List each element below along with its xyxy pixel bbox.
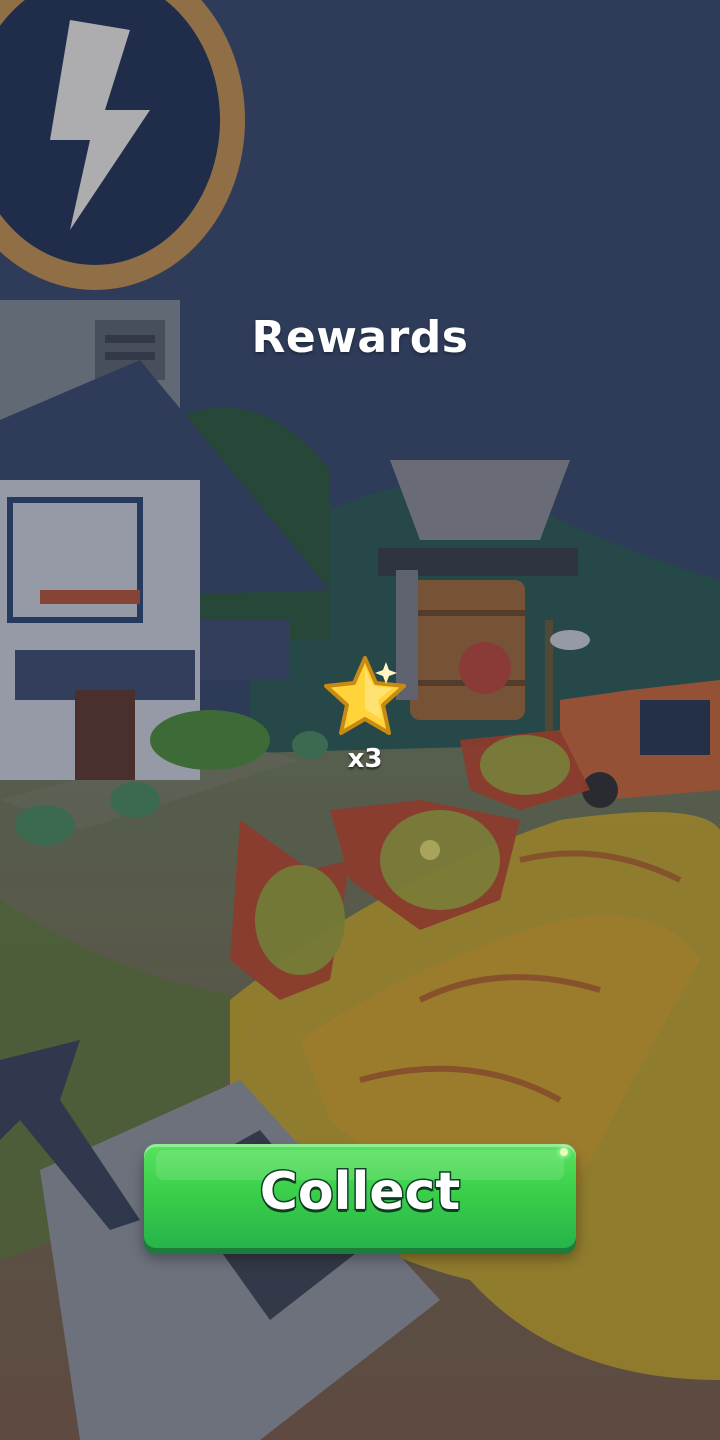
reward-quantity: x3 (347, 744, 383, 774)
collect-button-label: Collect (258, 1161, 461, 1224)
rewards-screen: Rewards x3 Collect (0, 0, 720, 1440)
rewards-title: Rewards (251, 312, 469, 363)
reward-item: x3 (320, 652, 410, 782)
collect-button[interactable]: Collect (144, 1144, 576, 1248)
sparkle-icon (560, 1148, 568, 1156)
star-icon (324, 656, 406, 735)
